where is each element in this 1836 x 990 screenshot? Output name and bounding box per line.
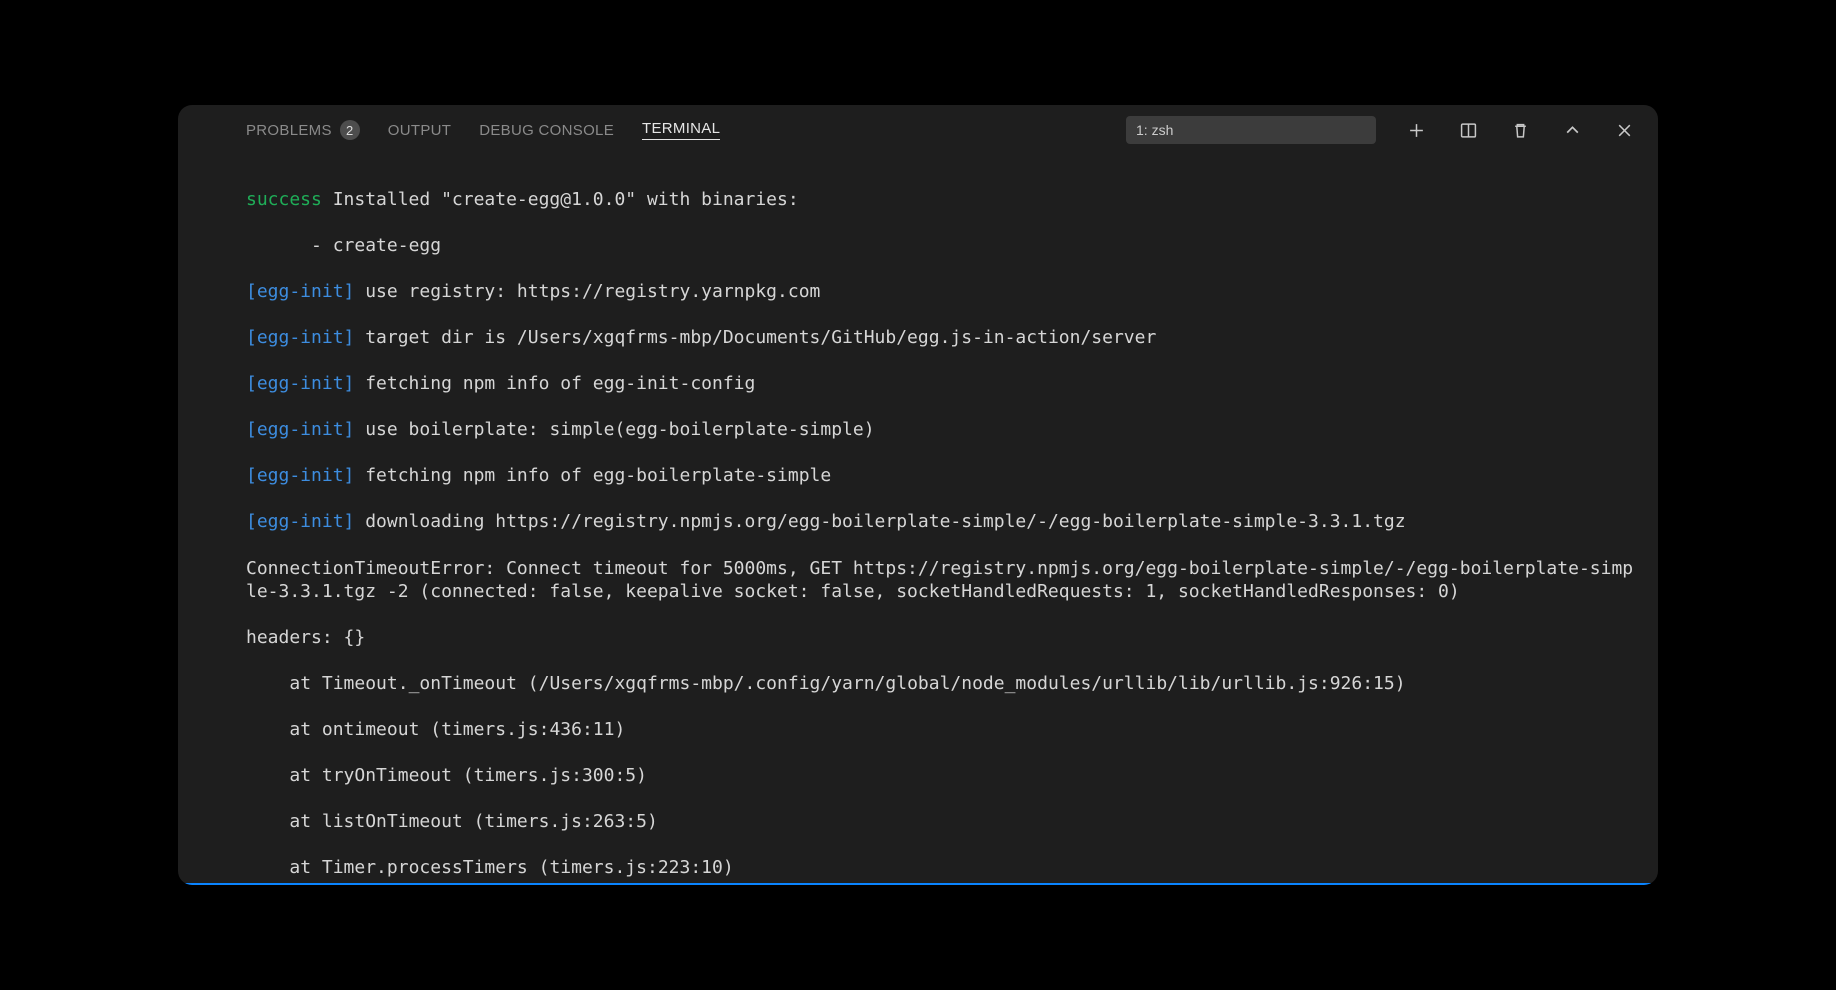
tab-problems-label: PROBLEMS — [246, 122, 332, 139]
text: downloading https://registry.npmjs.org/e… — [354, 511, 1405, 532]
maximize-panel-button[interactable] — [1560, 118, 1584, 142]
tab-debug-console[interactable]: DEBUG CONSOLE — [479, 122, 614, 139]
split-terminal-button[interactable] — [1456, 118, 1480, 142]
kill-terminal-button[interactable] — [1508, 118, 1532, 142]
stack-line: at listOnTimeout (timers.js:263:5) — [246, 810, 1636, 833]
stack-line: at Timeout._onTimeout (/Users/xgqfrms-mb… — [246, 672, 1636, 695]
egg-init-tag: [egg-init] — [246, 419, 354, 440]
stack-line: at tryOnTimeout (timers.js:300:5) — [246, 764, 1636, 787]
text: use boilerplate: simple(egg-boilerplate-… — [354, 419, 874, 440]
terminal-panel-window: PROBLEMS 2 OUTPUT DEBUG CONSOLE TERMINAL… — [178, 105, 1658, 885]
egg-init-tag: [egg-init] — [246, 373, 354, 394]
error-text: ConnectionTimeoutError: Connect timeout … — [246, 557, 1636, 603]
egg-init-tag: [egg-init] — [246, 281, 354, 302]
text: - create-egg — [246, 234, 1636, 257]
focus-border — [178, 883, 1658, 885]
text: use registry: https://registry.yarnpkg.c… — [354, 281, 820, 302]
stack-line: at ontimeout (timers.js:436:11) — [246, 718, 1636, 741]
stack-line: at Timer.processTimers (timers.js:223:10… — [246, 856, 1636, 879]
tab-output[interactable]: OUTPUT — [388, 122, 451, 139]
terminal-select-value: 1: zsh — [1136, 122, 1173, 138]
tab-problems[interactable]: PROBLEMS 2 — [246, 120, 360, 140]
close-panel-button[interactable] — [1612, 118, 1636, 142]
problems-count-badge: 2 — [340, 120, 360, 140]
egg-init-tag: [egg-init] — [246, 465, 354, 486]
text: fetching npm info of egg-boilerplate-sim… — [354, 465, 831, 486]
success-label: success — [246, 189, 322, 210]
terminal-output[interactable]: success Installed "create-egg@1.0.0" wit… — [178, 155, 1658, 883]
text: headers: {} — [246, 626, 1636, 649]
egg-init-tag: [egg-init] — [246, 327, 354, 348]
terminal-select-dropdown[interactable]: 1: zsh — [1126, 116, 1376, 144]
panel-tabbar: PROBLEMS 2 OUTPUT DEBUG CONSOLE TERMINAL… — [178, 105, 1658, 155]
text: Installed "create-egg@1.0.0" with binari… — [322, 189, 799, 210]
text: target dir is /Users/xgqfrms-mbp/Documen… — [354, 327, 1156, 348]
new-terminal-button[interactable] — [1404, 118, 1428, 142]
text: fetching npm info of egg-init-config — [354, 373, 755, 394]
egg-init-tag: [egg-init] — [246, 511, 354, 532]
tab-terminal[interactable]: TERMINAL — [642, 120, 720, 140]
